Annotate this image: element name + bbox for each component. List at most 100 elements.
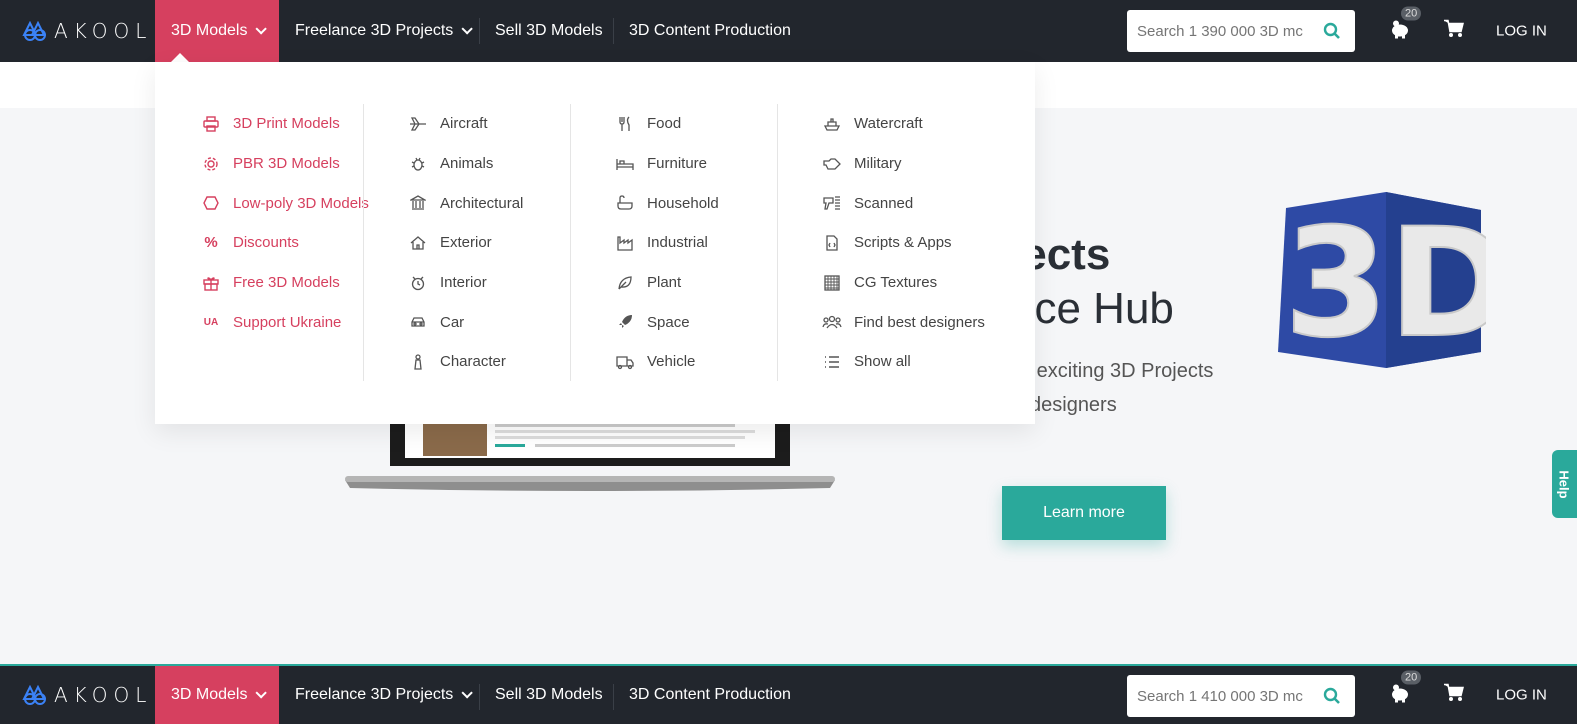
menu-item-scripts[interactable]: Scripts & Apps xyxy=(822,223,985,263)
menu-item-exterior[interactable]: Exterior xyxy=(408,223,523,263)
login-link[interactable]: LOG IN xyxy=(1496,687,1547,704)
nav-freelance[interactable]: Freelance 3D Projects xyxy=(295,666,474,724)
logo[interactable]: AKOOL xyxy=(22,683,152,707)
search-input[interactable] xyxy=(1127,10,1307,52)
menu-item-plant[interactable]: Plant xyxy=(615,263,719,303)
menu-item-label: Discounts xyxy=(233,234,299,252)
menu-item-character[interactable]: Character xyxy=(408,342,523,382)
menu-item-discounts[interactable]: % Discounts xyxy=(201,223,369,263)
menu-item-pbr[interactable]: PBR 3D Models xyxy=(201,144,369,184)
nav-sell[interactable]: Sell 3D Models xyxy=(495,0,603,62)
bathtub-icon xyxy=(615,193,635,213)
3d-models-dropdown: 3D Print Models PBR 3D Models Low-poly 3… xyxy=(155,62,1035,424)
menu-item-label: Food xyxy=(647,115,682,133)
menu-item-label: Scanned xyxy=(854,194,914,212)
menu-item-label: Interior xyxy=(440,274,487,292)
search-input[interactable] xyxy=(1127,675,1307,717)
menu-column-categories-3: Watercraft Military Scanned Scripts & Ap… xyxy=(822,104,985,382)
piggy-bank-button[interactable]: 20 xyxy=(1389,670,1422,708)
piggy-bank-icon xyxy=(1392,20,1408,39)
nav-sell-label: Sell 3D Models xyxy=(495,686,603,703)
ship-icon xyxy=(822,114,842,134)
nav-freelance-label: Freelance 3D Projects xyxy=(295,686,454,703)
people-icon xyxy=(822,312,842,332)
menu-item-label: Furniture xyxy=(647,155,708,173)
menu-item-car[interactable]: Car xyxy=(408,302,523,342)
leaf-icon xyxy=(615,273,635,293)
menu-item-free[interactable]: Free 3D Models xyxy=(201,263,369,303)
menu-item-architectural[interactable]: Architectural xyxy=(408,183,523,223)
menu-divider xyxy=(570,104,571,381)
menu-item-military[interactable]: Military xyxy=(822,144,985,184)
nav-3d-models[interactable]: 3D Models xyxy=(155,666,280,724)
house-icon xyxy=(408,233,428,253)
ua-icon: UA xyxy=(203,316,219,328)
nav-content-production-label: 3D Content Production xyxy=(629,22,791,39)
menu-item-industrial[interactable]: Industrial xyxy=(615,223,719,263)
cart-button[interactable] xyxy=(1444,683,1464,707)
menu-item-cg-textures[interactable]: CG Textures xyxy=(822,263,985,303)
help-label: Help xyxy=(1557,469,1573,499)
nav-divider xyxy=(613,684,614,710)
learn-more-button[interactable]: Learn more xyxy=(1002,486,1166,540)
hero-description-line1: ith exciting 3D Projects xyxy=(1010,360,1214,382)
bed-icon xyxy=(615,154,635,174)
cart-icon xyxy=(1444,19,1464,37)
car-icon xyxy=(408,312,428,332)
script-icon xyxy=(822,233,842,253)
menu-item-space[interactable]: Space xyxy=(615,302,719,342)
menu-item-interior[interactable]: Interior xyxy=(408,263,523,303)
menu-item-scanned[interactable]: Scanned xyxy=(822,183,985,223)
menu-item-aircraft[interactable]: Aircraft xyxy=(408,104,523,144)
menu-item-show-all[interactable]: Show all xyxy=(822,342,985,382)
menu-item-find-designers[interactable]: Find best designers xyxy=(822,302,985,342)
menu-item-watercraft[interactable]: Watercraft xyxy=(822,104,985,144)
menu-item-label: Character xyxy=(440,353,506,371)
clock-icon xyxy=(408,273,428,293)
gear-icon xyxy=(201,154,221,174)
chevron-down-icon xyxy=(255,23,268,35)
menu-item-label: Architectural xyxy=(440,194,524,212)
menu-item-label: Space xyxy=(647,313,690,331)
menu-item-furniture[interactable]: Furniture xyxy=(615,144,719,184)
search-icon[interactable] xyxy=(1323,22,1341,40)
menu-item-label: Aircraft xyxy=(440,115,488,133)
figure-icon xyxy=(408,352,428,372)
menu-item-support-ukraine[interactable]: UA Support Ukraine xyxy=(201,302,369,342)
menu-item-animals[interactable]: Animals xyxy=(408,144,523,184)
menu-divider xyxy=(363,104,364,381)
menu-item-low-poly[interactable]: Low-poly 3D Models xyxy=(201,183,369,223)
piggy-bank-button[interactable]: 20 xyxy=(1389,6,1422,44)
menu-column-categories-2: Food Furniture Household Industrial Plan… xyxy=(615,104,719,382)
gift-icon xyxy=(201,273,221,293)
menu-item-label: Exterior xyxy=(440,234,492,252)
sticky-navbar: AKOOL 3D Models Freelance 3D Projects Se… xyxy=(0,664,1577,724)
cart-button[interactable] xyxy=(1444,19,1464,43)
nav-divider xyxy=(613,18,614,44)
nav-divider xyxy=(479,684,480,710)
menu-item-vehicle[interactable]: Vehicle xyxy=(615,342,719,382)
nav-freelance[interactable]: Freelance 3D Projects xyxy=(295,0,474,62)
menu-column-featured: 3D Print Models PBR 3D Models Low-poly 3… xyxy=(201,104,369,342)
top-navbar: AKOOL 3D Models Freelance 3D Projects Se… xyxy=(0,0,1577,62)
nav-content-production[interactable]: 3D Content Production xyxy=(629,666,791,724)
logo[interactable]: AKOOL xyxy=(22,19,152,43)
percent-icon: % xyxy=(204,234,218,252)
nav-content-production-label: 3D Content Production xyxy=(629,686,791,703)
menu-item-label: Animals xyxy=(440,155,494,173)
menu-item-household[interactable]: Household xyxy=(615,183,719,223)
menu-item-3d-print[interactable]: 3D Print Models xyxy=(201,104,369,144)
login-link[interactable]: LOG IN xyxy=(1496,23,1547,40)
menu-column-categories-1: Aircraft Animals Architectural Exterior … xyxy=(408,104,523,382)
airplane-icon xyxy=(408,114,428,134)
building-icon xyxy=(408,193,428,213)
nav-content-production[interactable]: 3D Content Production xyxy=(629,0,791,62)
logo-text: AKOOL xyxy=(54,683,153,707)
piggy-bank-icon xyxy=(1392,684,1408,703)
cart-icon xyxy=(1444,683,1464,701)
help-tab[interactable]: Help xyxy=(1552,450,1577,518)
menu-item-label: CG Textures xyxy=(854,274,938,292)
nav-sell[interactable]: Sell 3D Models xyxy=(495,666,603,724)
menu-item-food[interactable]: Food xyxy=(615,104,719,144)
search-icon[interactable] xyxy=(1323,687,1341,705)
